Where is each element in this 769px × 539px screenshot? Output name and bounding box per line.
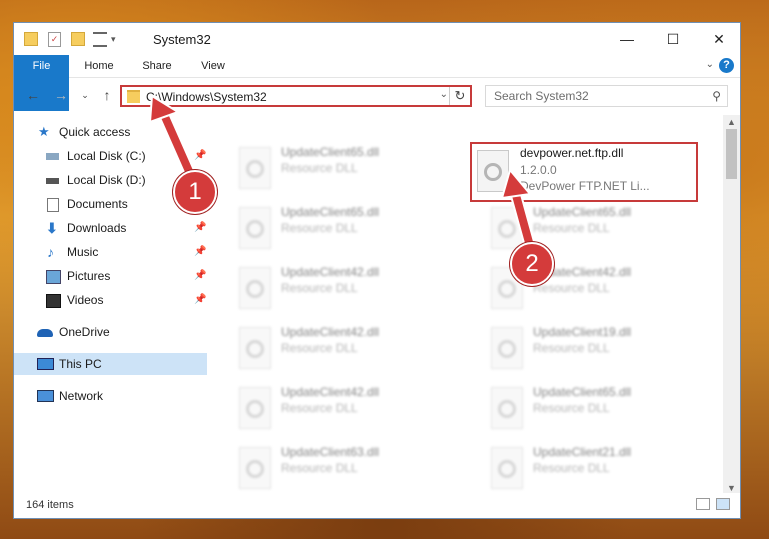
star-icon: ★ [38,124,50,139]
forward-arrow-icon[interactable]: → [52,86,70,104]
file-item[interactable]: UpdateClient42.dll Resource DLL [221,261,451,317]
address-bar[interactable]: C:\Windows\System32 ⌄ ↻ [120,85,472,107]
file-item[interactable]: UpdateClient42.dll Resource DLL [221,321,451,377]
tab-view[interactable]: View [188,55,238,77]
sidebar-item-downloads[interactable]: ⬇ Downloads 📌 [14,217,207,239]
drive-icon [46,153,59,160]
step-2-badge: 2 [510,242,554,286]
scroll-up-icon[interactable]: ▲ [723,117,740,127]
file-item[interactable]: UpdateClient65.dll Resource DLL [221,201,451,257]
dll-file-icon [491,207,523,249]
explorer-window: ✓ ▾ System32 — ☐ ✕ File Home Share View … [13,22,741,519]
tab-share[interactable]: Share [132,55,182,77]
folder-icon [127,90,140,103]
scrollbar-thumb[interactable] [726,129,737,179]
network-icon [37,390,54,402]
file-item[interactable]: UpdateClient42.dll Resource DLL [473,261,703,317]
minimize-button[interactable]: — [604,23,650,55]
download-icon: ⬇ [46,220,58,236]
videos-icon [46,294,61,308]
details-view-icon[interactable] [696,498,710,510]
file-item[interactable]: UpdateClient63.dll Resource DLL [221,441,451,495]
recent-locations-icon[interactable]: ⌄ [76,86,94,104]
back-arrow-icon[interactable]: ← [24,86,42,104]
refresh-icon[interactable]: ↻ [449,87,470,105]
sidebar-item-music[interactable]: ♪ Music 📌 [14,241,207,263]
dll-file-icon [491,447,523,489]
expand-ribbon-icon[interactable]: ⌄ [706,59,714,70]
file-name: devpower.net.ftp.dll [520,146,624,160]
dll-file-icon [239,447,271,489]
pc-icon [37,358,54,370]
pin-icon[interactable]: 📌 [194,265,206,287]
file-item[interactable]: UpdateClient21.dll Resource DLL [473,441,703,495]
dll-file-icon [239,267,271,309]
customize-toolbar-icon[interactable]: ▾ [111,34,116,45]
step-1-badge: 1 [173,170,217,214]
file-item[interactable]: UpdateClient65.dll Resource DLL [473,381,703,437]
sidebar-item-quick-access[interactable]: ★ Quick access [14,121,207,143]
tab-home[interactable]: Home [74,55,124,77]
dll-file-icon [239,387,271,429]
new-folder-icon[interactable] [71,32,85,46]
pin-icon[interactable]: 📌 [194,145,206,167]
view-options-icon[interactable] [93,31,107,47]
folder-icon[interactable] [24,32,38,46]
vertical-scrollbar[interactable]: ▲ ▼ [723,115,740,495]
sidebar-item-network[interactable]: Network [14,385,207,407]
dll-file-icon [491,327,523,369]
sidebar-item-local-disk-c[interactable]: Local Disk (C:) 📌 [14,145,207,167]
file-list: UpdateClient65.dll Resource DLL UpdateCl… [221,115,721,495]
sidebar-item-videos[interactable]: Videos 📌 [14,289,207,311]
file-item[interactable]: UpdateClient65.dll Resource DLL [473,201,703,257]
dll-file-icon [491,387,523,429]
window-title: System32 [153,32,211,47]
dll-file-icon [239,147,271,189]
title-bar: ✓ ▾ System32 — ☐ ✕ [14,23,740,55]
quick-access-toolbar: ✓ ▾ [24,31,116,47]
ribbon-tabs: File Home Share View ⌄ ? [14,55,740,111]
address-path[interactable]: C:\Windows\System32 [146,90,267,104]
dll-file-icon [239,327,271,369]
close-button[interactable]: ✕ [696,23,740,55]
highlighted-file-item[interactable]: devpower.net.ftp.dll 1.2.0.0 DevPower FT… [470,142,698,202]
item-count: 164 items [26,499,74,511]
drive-icon [46,178,59,184]
sidebar-item-pictures[interactable]: Pictures 📌 [14,265,207,287]
up-arrow-icon[interactable]: ↑ [98,86,116,104]
help-icon[interactable]: ? [719,58,734,73]
search-icon[interactable]: ⚲ [712,89,721,103]
search-placeholder: Search System32 [494,89,589,103]
file-description: DevPower FTP.NET Li... [520,179,650,193]
dll-file-icon [477,150,509,192]
file-item[interactable]: UpdateClient19.dll Resource DLL [473,321,703,377]
pin-icon[interactable]: 📌 [194,217,206,239]
large-icons-view-icon[interactable] [716,498,730,510]
chevron-down-icon[interactable]: ⌄ [440,89,448,100]
status-bar: 164 items [14,493,740,518]
properties-icon[interactable]: ✓ [48,31,61,47]
dll-file-icon [239,207,271,249]
pictures-icon [46,270,61,284]
music-icon: ♪ [47,244,54,260]
pin-icon[interactable]: 📌 [194,289,206,311]
file-item[interactable]: UpdateClient42.dll Resource DLL [221,381,451,437]
maximize-button[interactable]: ☐ [650,23,696,55]
navigation-bar: ← → ⌄ ↑ C:\Windows\System32 ⌄ ↻ Search S… [14,77,740,115]
pin-icon[interactable]: 📌 [194,241,206,263]
search-input[interactable]: Search System32 ⚲ [485,85,728,107]
sidebar-item-onedrive[interactable]: OneDrive [14,321,207,343]
navigation-pane: ★ Quick access Local Disk (C:) 📌 Local D… [14,115,207,495]
documents-icon [47,198,59,212]
cloud-icon [37,329,53,337]
scroll-down-icon[interactable]: ▼ [723,483,740,493]
file-version: 1.2.0.0 [520,163,557,177]
sidebar-item-this-pc[interactable]: This PC [14,353,207,375]
file-item[interactable]: UpdateClient65.dll Resource DLL [221,141,451,197]
